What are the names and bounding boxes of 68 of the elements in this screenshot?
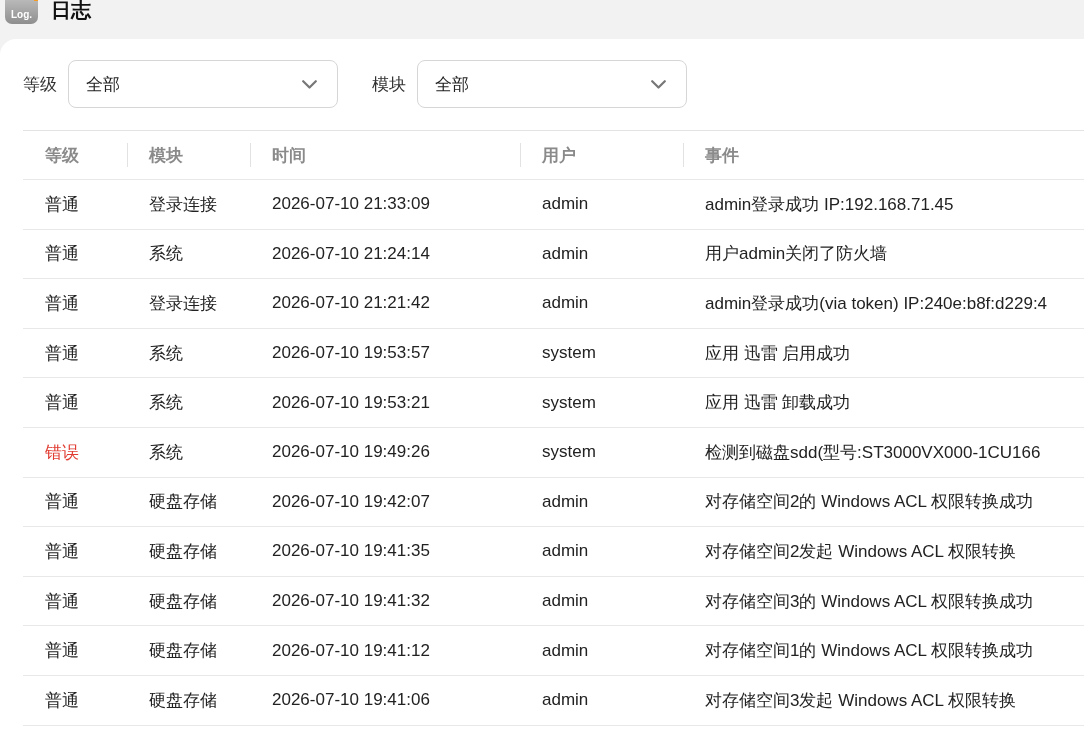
table-cell-text: 普通 [44,689,80,712]
table-cell-text: 硬盘存储 [148,590,218,613]
table-cell-text: admin登录成功 IP:192.168.71.45 [704,193,955,216]
column-header: 等级 [44,144,79,167]
table-cell-text: system [541,392,597,413]
column-header: 用户 [541,144,576,167]
dropdown[interactable]: 全部 [68,60,338,108]
table-cell-text: admin [541,491,590,512]
table-cell-text: 普通 [44,491,80,514]
table-cell-text: 登录连接 [148,293,218,315]
table-cell-text: 硬盘存储 [148,540,218,563]
table-cell-text: 系统 [148,392,184,415]
table-cell-text: 2026-07-10 21:24:14 [271,243,431,264]
table-cell-text: 对存储空间2发起 Windows ACL 权限转换 [704,540,1018,563]
column-header: 事件 [704,144,739,167]
table-cell-text: 2026-07-10 19:41:32 [271,591,431,612]
table-cell-text: 登录连接 [148,193,218,216]
table-cell-text: system [541,442,597,463]
table-cell-text: 普通 [44,392,80,415]
dropdown[interactable]: 全部 [417,60,687,108]
table-cell-text: 硬盘存储 [148,640,218,663]
table-cell-text: 普通 [44,590,80,613]
chevron-down-icon [651,79,666,89]
filter-label: 模块 [372,73,406,96]
table-cell-text: 普通 [44,342,80,365]
table-cell-text: 2026-07-10 19:53:57 [271,343,431,364]
table-cell-text: system [541,343,597,364]
table-cell-text: 2026-07-10 19:42:07 [271,491,431,512]
table-cell-text: 普通 [44,193,80,216]
app-logo: Log. [5,0,38,24]
error-level-cell-text: 错误 [44,441,80,464]
table-cell-text: admin [541,293,590,314]
table-cell-text: 硬盘存储 [148,491,218,514]
column-header: 时间 [271,144,306,167]
table-cell-text: 对存储空间2的 Windows ACL 权限转换成功 [704,491,1035,514]
table-cell-text: 2026-07-10 21:21:42 [271,293,431,314]
table-cell-text: 2026-07-10 19:41:06 [271,690,431,711]
filter-label: 等级 [23,73,57,96]
table-cell-text: 检测到磁盘sdd(型号:ST3000VX000-1CU166 [704,441,1042,464]
table-cell-text: admin [541,243,590,264]
table-cell-text: 系统 [148,342,184,365]
table-cell-text: 应用 迅雷 卸载成功 [704,392,852,415]
table-cell-text: admin登录成功(via token) IP:240e:b8f:d229:4 [704,293,1049,315]
table-cell-text: 系统 [148,243,184,266]
window-title: 日志 [51,0,91,20]
table-cell-text: 普通 [44,243,80,266]
chevron-down-icon [302,79,317,89]
table-cell-text: 对存储空间1的 Windows ACL 权限转换成功 [704,640,1035,663]
table-cell-text: 2026-07-10 21:33:09 [271,194,431,215]
table-cell-text: admin [541,541,590,562]
table-cell-text: admin [541,591,590,612]
table-cell-text: admin [541,690,590,711]
table-cell-text: 用户admin关闭了防火墙 [704,243,889,266]
table-cell-text: admin [541,194,590,215]
table-cell-text: 系统 [148,441,184,464]
table-cell-text: 2026-07-10 19:41:12 [271,640,431,661]
column-header: 模块 [148,144,183,167]
table-cell-text: 普通 [44,640,80,663]
table-cell-text: 对存储空间3发起 Windows ACL 权限转换 [704,689,1018,712]
table-cell-text: 硬盘存储 [148,689,218,712]
table-cell-text: 2026-07-10 19:49:26 [271,442,431,463]
table-cell-text: 对存储空间3的 Windows ACL 权限转换成功 [704,590,1035,613]
table-cell-text: 普通 [44,293,80,315]
table-cell-text: 普通 [44,540,80,563]
table-cell-text: admin [541,640,590,661]
table-cell-text: 2026-07-10 19:41:35 [271,541,431,562]
table-cell-text: 应用 迅雷 启用成功 [704,342,852,365]
table-cell-text: 2026-07-10 19:53:21 [271,392,431,413]
